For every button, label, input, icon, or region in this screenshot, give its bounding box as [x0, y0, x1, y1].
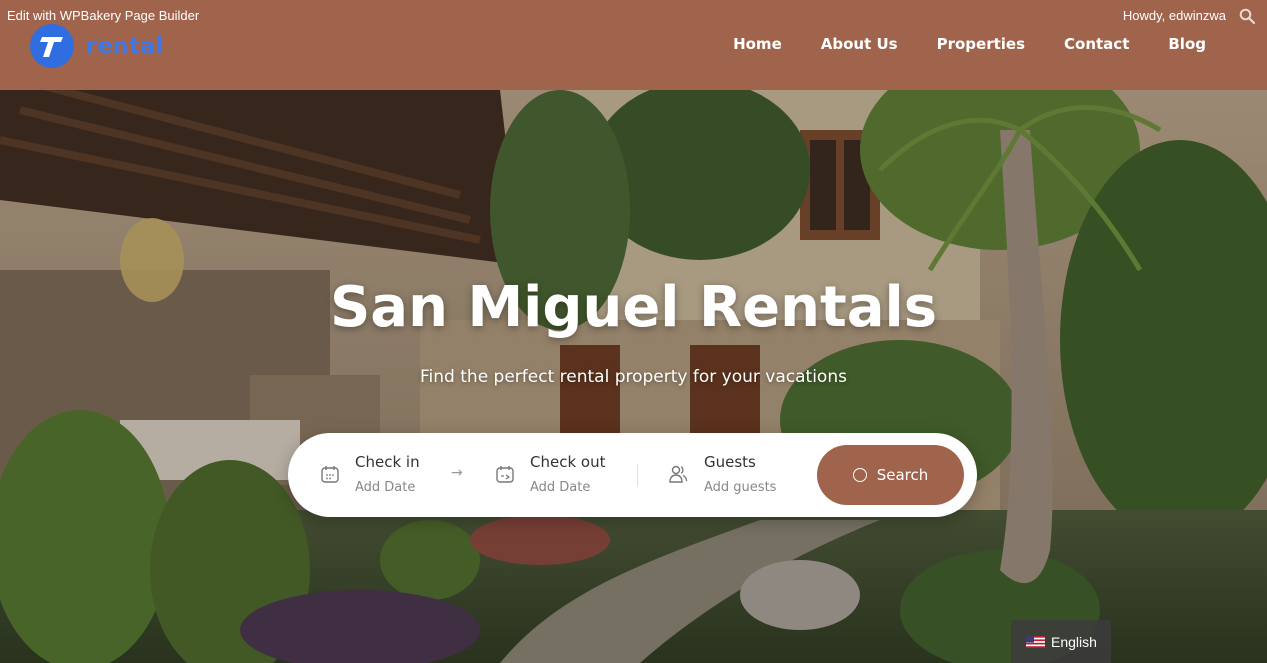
- edit-page-builder-link[interactable]: Edit with WPBakery Page Builder: [7, 8, 199, 23]
- us-flag-icon: [1026, 635, 1045, 648]
- guests-value: Add guests: [704, 480, 777, 495]
- calendar-icon: [496, 466, 514, 483]
- arrow-right-icon: →: [451, 465, 463, 481]
- search-button[interactable]: Search: [817, 445, 964, 505]
- check-in-value: Add Date: [355, 480, 416, 495]
- main-nav: Home About Us Properties Contact Blog: [694, 35, 1206, 53]
- check-in-field[interactable]: Check in Add Date: [288, 433, 448, 517]
- booking-search-bar: Check in Add Date → Check out Add Date G…: [288, 433, 977, 517]
- check-out-label: Check out: [530, 453, 606, 471]
- hero-section: San Miguel Rentals Find the perfect rent…: [0, 90, 1267, 663]
- nav-item-home[interactable]: Home: [733, 35, 782, 53]
- nav-item-blog[interactable]: Blog: [1168, 35, 1206, 53]
- admin-greeting[interactable]: Howdy, edwinzwa: [1123, 8, 1226, 23]
- hero-subtitle: Find the perfect rental property for you…: [420, 367, 847, 387]
- nav-item-about-us[interactable]: About Us: [821, 35, 898, 53]
- guests-field[interactable]: Guests Add guests: [638, 433, 808, 517]
- nav-item-contact[interactable]: Contact: [1064, 35, 1129, 53]
- guests-label: Guests: [704, 453, 756, 471]
- site-header: Edit with WPBakery Page Builder Howdy, e…: [0, 0, 1267, 90]
- check-in-label: Check in: [355, 453, 420, 471]
- check-out-value: Add Date: [530, 480, 591, 495]
- users-icon: [669, 465, 688, 483]
- language-label: English: [1051, 633, 1097, 650]
- logo-text: rental: [86, 33, 164, 59]
- nav-item-properties[interactable]: Properties: [937, 35, 1025, 53]
- calendar-icon: [321, 466, 339, 483]
- logo-mark-icon: [30, 24, 74, 68]
- search-button-label: Search: [876, 466, 929, 484]
- admin-search-icon[interactable]: [1239, 8, 1255, 24]
- language-switcher[interactable]: English: [1011, 620, 1111, 663]
- check-out-field[interactable]: Check out Add Date: [463, 433, 633, 517]
- site-logo[interactable]: rental: [30, 24, 163, 68]
- search-icon: [852, 468, 867, 482]
- hero-title: San Miguel Rentals: [329, 275, 938, 340]
